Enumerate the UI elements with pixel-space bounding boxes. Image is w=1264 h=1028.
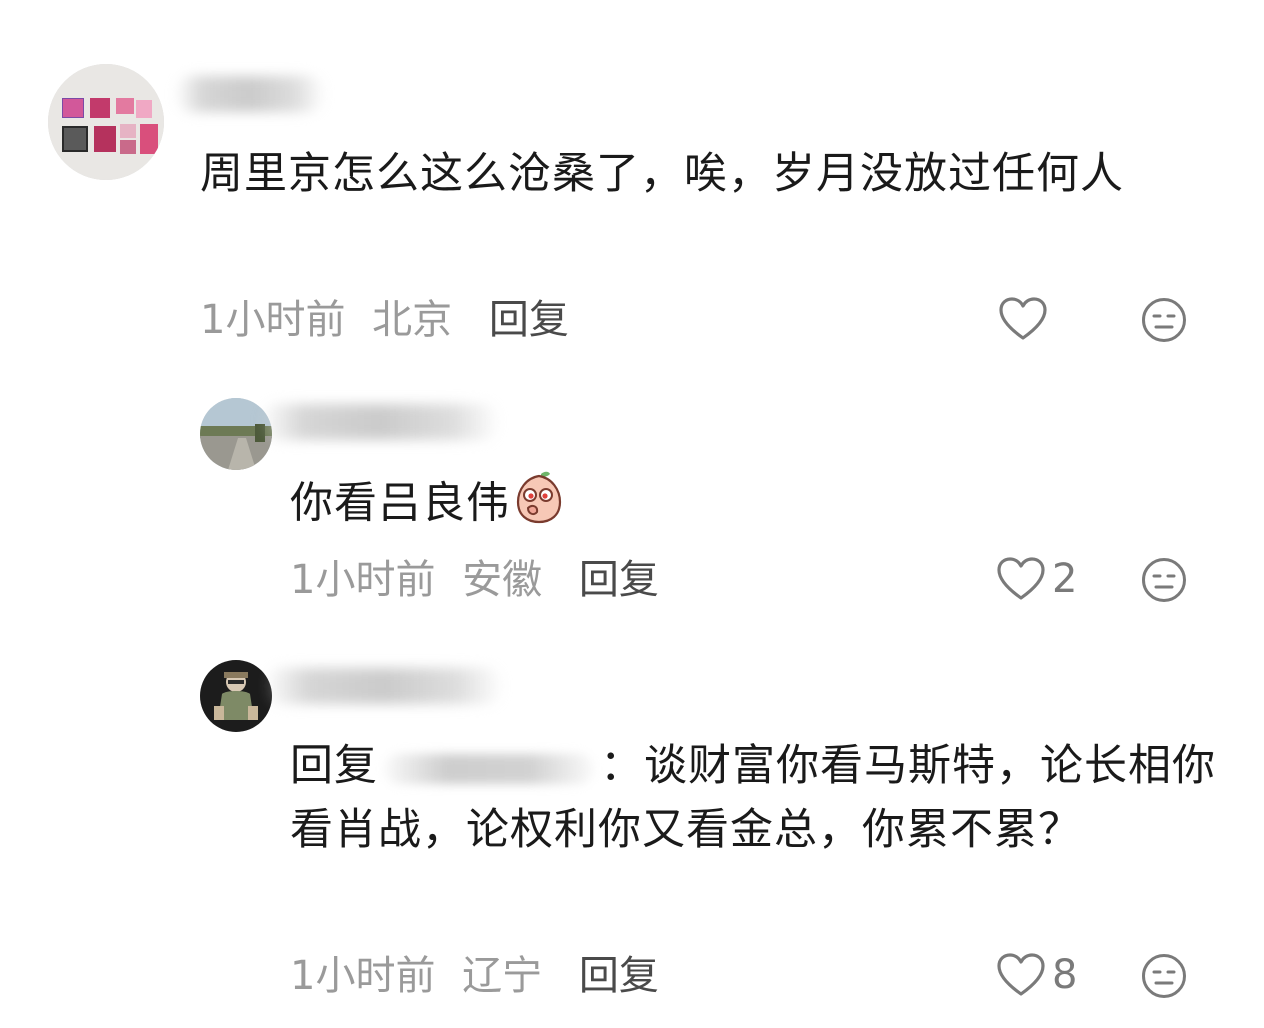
- like-count: 8: [1052, 952, 1078, 998]
- comment-location: 安徽: [462, 557, 543, 603]
- meh-face-icon: [1142, 298, 1186, 342]
- heart-outline-icon: [997, 953, 1045, 996]
- username-blurred[interactable]: [260, 404, 500, 440]
- reply-colon: ：: [600, 741, 644, 791]
- dislike-button[interactable]: [1140, 556, 1188, 608]
- avatar[interactable]: [200, 398, 272, 470]
- heart-outline-icon: [997, 557, 1045, 600]
- like-button[interactable]: 8: [996, 952, 1077, 998]
- reply-button[interactable]: 回复: [579, 953, 659, 999]
- comment-location: 辽宁: [462, 953, 543, 999]
- comment-time: 1小时前: [290, 953, 436, 999]
- comment-text: 你看吕良伟: [290, 470, 1190, 542]
- meh-face-icon: [1142, 558, 1186, 602]
- comment-body: 你看吕良伟: [290, 478, 510, 529]
- like-button[interactable]: [998, 296, 1056, 342]
- meh-face-icon: [1142, 954, 1186, 998]
- heart-outline-icon: [999, 297, 1047, 340]
- dislike-button[interactable]: [1140, 296, 1188, 348]
- comment-meta: 1小时前 辽宁 回复: [290, 952, 659, 1000]
- dislike-button[interactable]: [1140, 952, 1188, 1004]
- comment-meta: 1小时前 北京 回复: [200, 296, 569, 344]
- comment-list: 周里京怎么这么沧桑了，唉，岁月没放过任何人 1小时前 北京 回复 你看吕良伟 1…: [0, 0, 1264, 1028]
- reply-button[interactable]: 回复: [579, 557, 659, 603]
- avatar[interactable]: [48, 64, 164, 180]
- reply-button[interactable]: 回复: [489, 297, 569, 343]
- comment-text: 周里京怎么这么沧桑了，唉，岁月没放过任何人: [200, 149, 1124, 199]
- reply-prefix: 回复: [290, 741, 378, 791]
- comment-time: 1小时前: [200, 297, 346, 343]
- comment-meta: 1小时前 安徽 回复: [290, 556, 659, 604]
- replied-username-blurred[interactable]: [384, 753, 594, 784]
- avatar[interactable]: [200, 660, 272, 732]
- avatar-image: [200, 660, 272, 732]
- avatar-image: [200, 398, 272, 470]
- username-blurred[interactable]: [264, 668, 504, 704]
- comment-time: 1小时前: [290, 557, 436, 603]
- peach-emoji-icon: [514, 470, 564, 542]
- avatar-image: [48, 64, 164, 180]
- comment-location: 北京: [372, 297, 453, 343]
- comment-text: 回复 ：谈财富你看马斯特，论长相你看肖战，论权利你又看金总，你累不累？: [290, 734, 1220, 862]
- username-blurred[interactable]: [175, 76, 325, 112]
- like-button[interactable]: 2: [996, 556, 1077, 602]
- like-count: 2: [1052, 556, 1078, 602]
